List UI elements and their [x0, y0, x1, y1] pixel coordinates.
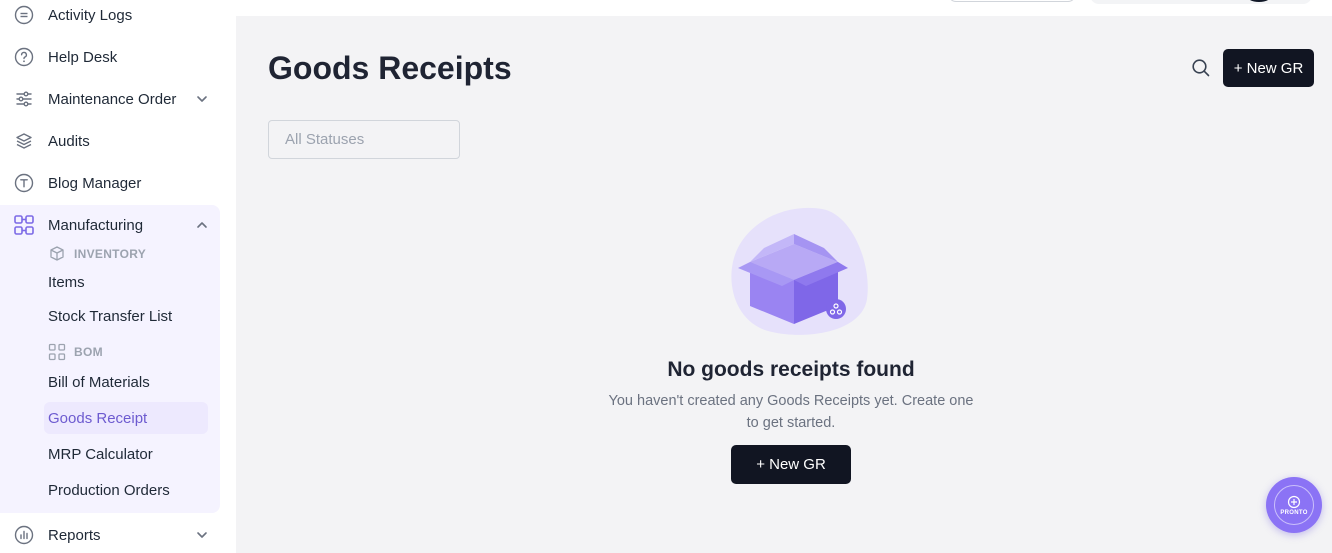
header-user-menu[interactable] — [1090, 0, 1312, 4]
text-square-icon — [13, 172, 35, 194]
question-circle-icon — [13, 46, 35, 68]
list-square-icon — [13, 4, 35, 26]
package-icon — [50, 246, 64, 261]
sidebar-item-audits[interactable]: Audits — [0, 123, 220, 159]
empty-box-illustration — [731, 207, 868, 335]
search-button[interactable] — [1189, 56, 1213, 80]
chevron-up-icon[interactable] — [194, 217, 210, 233]
new-gr-button[interactable]: + New GR — [1223, 49, 1314, 87]
sidebar-item-blog-manager[interactable]: Blog Manager — [0, 165, 220, 201]
assistant-label: PRONTO — [1280, 509, 1308, 516]
sidebar-item-items[interactable]: Items — [44, 266, 208, 298]
sidebar-item-manufacturing[interactable]: Manufacturing — [0, 207, 220, 243]
sidebar: Activity Logs Help Desk Maintenance Orde… — [0, 0, 236, 553]
inventory-subheading: INVENTORY — [48, 244, 146, 264]
page-title: Goods Receipts — [268, 50, 512, 86]
bar-chart-icon — [13, 524, 35, 546]
empty-state-new-gr-button[interactable]: + New GR — [731, 445, 851, 484]
assistant-fab[interactable]: PRONTO — [1266, 477, 1322, 533]
layers-icon — [13, 130, 35, 152]
grid-nodes-icon — [13, 214, 35, 236]
sidebar-item-label: Help Desk — [48, 48, 118, 66]
empty-state-description: You haven't created any Goods Receipts y… — [608, 393, 974, 431]
sidebar-item-label: Activity Logs — [48, 6, 133, 24]
grid-nodes-icon — [48, 343, 66, 361]
sidebar-item-mrp-calculator[interactable]: MRP Calculator — [44, 438, 208, 470]
sliders-icon — [13, 88, 35, 110]
sidebar-item-help-desk[interactable]: Help Desk — [0, 39, 220, 75]
sidebar-item-label: Reports — [48, 526, 101, 544]
sidebar-item-stock-transfer-list[interactable]: Stock Transfer List — [44, 300, 208, 332]
sidebar-item-label: Blog Manager — [48, 174, 142, 192]
status-filter-select[interactable]: All Statuses — [268, 120, 460, 159]
sidebar-item-reports[interactable]: Reports — [0, 517, 220, 553]
search-icon — [1192, 59, 1210, 77]
chevron-down-icon[interactable] — [194, 91, 210, 107]
empty-state-title: No goods receipts found — [667, 358, 915, 381]
sidebar-item-bill-of-materials[interactable]: Bill of Materials — [44, 366, 208, 398]
chevron-down-icon[interactable] — [194, 527, 210, 543]
sidebar-item-maintenance-order[interactable]: Maintenance Order — [0, 81, 220, 117]
assistant-logo-icon — [1287, 495, 1301, 508]
sidebar-item-goods-receipt[interactable]: Goods Receipt — [44, 402, 208, 434]
sidebar-item-label: Maintenance Order — [48, 90, 177, 108]
sidebar-item-activity-logs[interactable]: Activity Logs — [0, 0, 220, 33]
sidebar-item-label: Audits — [48, 132, 90, 150]
header-control[interactable] — [948, 0, 1076, 2]
sidebar-item-production-orders[interactable]: Production Orders — [44, 474, 208, 506]
bom-subheading: BOM — [48, 342, 103, 362]
sidebar-item-label: Manufacturing — [48, 216, 144, 234]
main-content: Goods Receipts + New GR All Statuses No … — [236, 16, 1332, 553]
